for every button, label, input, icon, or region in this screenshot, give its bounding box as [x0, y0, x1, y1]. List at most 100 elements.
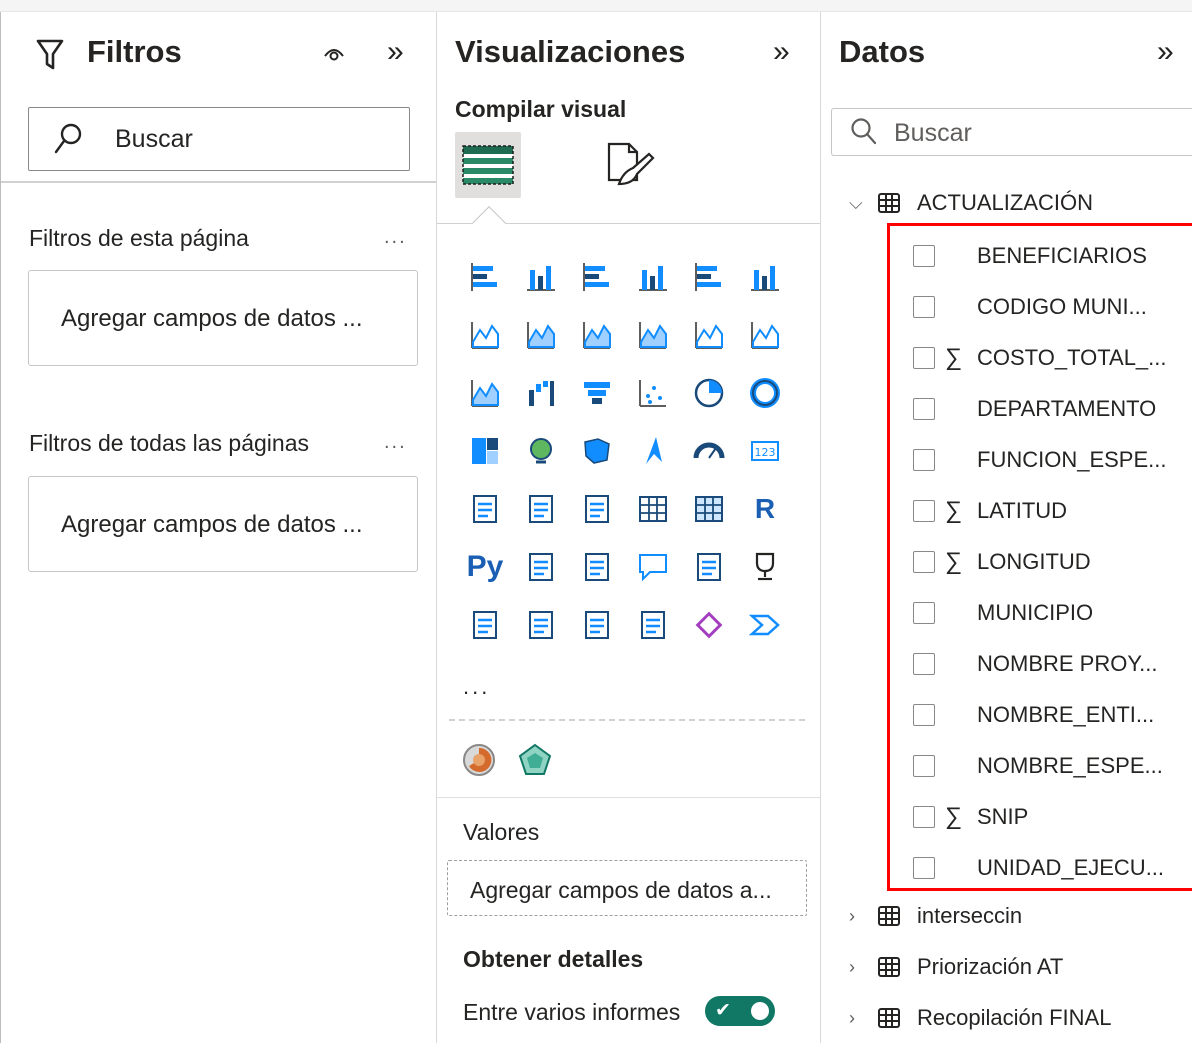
collapse-filters-chevron-icon[interactable]: »: [387, 34, 404, 70]
field-name: LONGITUD: [977, 549, 1091, 574]
key-influencers-icon[interactable]: [513, 538, 569, 596]
custom-visual-radial-icon[interactable]: [461, 742, 497, 778]
field-item[interactable]: BENEFICIARIOS: [913, 236, 1147, 276]
format-visual-tab[interactable]: [597, 136, 657, 196]
cross-report-label: Entre varios informes: [463, 999, 681, 1025]
filled-map-icon[interactable]: [569, 422, 625, 480]
clustered-bar-chart-icon[interactable]: [569, 248, 625, 306]
more-visuals-button[interactable]: ...: [463, 674, 490, 700]
table-icon[interactable]: [625, 480, 681, 538]
waterfall-chart-icon[interactable]: [513, 364, 569, 422]
field-item[interactable]: UNIDAD_EJECU...: [913, 848, 1164, 888]
ribbon-chart-icon[interactable]: [457, 364, 513, 422]
arcgis-map-icon[interactable]: [737, 596, 793, 654]
page-filters-drop-well[interactable]: Agregar campos de datos ...: [28, 270, 418, 366]
values-drop-well[interactable]: Agregar campos de datos a...: [447, 860, 807, 916]
field-checkbox[interactable]: [913, 245, 935, 267]
table-item[interactable]: › Recopilación FINAL: [849, 998, 1111, 1038]
field-item[interactable]: ∑ LONGITUD: [913, 542, 1091, 582]
qna-icon[interactable]: [625, 538, 681, 596]
field-checkbox[interactable]: [913, 602, 935, 624]
all-pages-filters-more-button[interactable]: ...: [384, 431, 407, 454]
power-automate-icon[interactable]: [625, 596, 681, 654]
line-chart-icon[interactable]: [457, 306, 513, 364]
eye-icon[interactable]: [323, 42, 345, 68]
power-apps-card-icon[interactable]: [513, 596, 569, 654]
data-pane: Datos » Buscar ⌵ ACTUALIZACIÓN BENEFICIA…: [820, 12, 1192, 1043]
visual-types-row: Py: [457, 538, 797, 596]
field-item[interactable]: ∑ COSTO_TOTAL_...: [913, 338, 1167, 378]
card-icon[interactable]: 123: [737, 422, 793, 480]
field-checkbox[interactable]: [913, 806, 935, 828]
build-visual-icon: [462, 145, 514, 185]
field-checkbox[interactable]: [913, 704, 935, 726]
field-item[interactable]: DEPARTAMENTO: [913, 389, 1156, 429]
build-visual-tab[interactable]: [455, 132, 521, 198]
all-pages-filters-drop-well[interactable]: Agregar campos de datos ...: [28, 476, 418, 572]
cross-report-toggle[interactable]: ✔: [705, 996, 775, 1026]
scatter-chart-icon[interactable]: [625, 364, 681, 422]
multi-row-card-icon[interactable]: [457, 480, 513, 538]
power-apps-slicer-icon[interactable]: [569, 596, 625, 654]
field-checkbox[interactable]: [913, 449, 935, 471]
field-item[interactable]: ∑ LATITUD: [913, 491, 1067, 531]
treemap-icon[interactable]: [457, 422, 513, 480]
donut-chart-icon[interactable]: [737, 364, 793, 422]
field-checkbox[interactable]: [913, 500, 935, 522]
gauge-icon[interactable]: [681, 422, 737, 480]
custom-visual-radar-icon[interactable]: [517, 742, 553, 778]
field-item[interactable]: MUNICIPIO: [913, 593, 1093, 633]
collapse-visualizations-chevron-icon[interactable]: »: [773, 34, 790, 70]
data-search-input[interactable]: Buscar: [831, 108, 1192, 156]
field-checkbox[interactable]: [913, 755, 935, 777]
field-item[interactable]: ∑ SNIP: [913, 797, 1028, 837]
field-checkbox[interactable]: [913, 551, 935, 573]
filters-search-input[interactable]: Buscar: [28, 107, 410, 171]
table-actualizacion[interactable]: ⌵ ACTUALIZACIÓN: [849, 183, 1093, 223]
power-apps-icon[interactable]: [681, 596, 737, 654]
field-checkbox[interactable]: [913, 347, 935, 369]
azure-map-icon[interactable]: [625, 422, 681, 480]
field-checkbox[interactable]: [913, 857, 935, 879]
decomposition-tree-icon[interactable]: [569, 538, 625, 596]
chevron-right-icon[interactable]: ›: [849, 906, 877, 927]
chevron-right-icon[interactable]: ›: [849, 1008, 877, 1029]
matrix-icon[interactable]: [681, 480, 737, 538]
area-chart-icon[interactable]: [513, 306, 569, 364]
field-checkbox[interactable]: [913, 653, 935, 675]
100-stacked-area-chart-icon[interactable]: [625, 306, 681, 364]
smart-narrative-icon[interactable]: [681, 538, 737, 596]
field-checkbox[interactable]: [913, 296, 935, 318]
goals-icon[interactable]: [737, 538, 793, 596]
100-stacked-bar-chart-icon[interactable]: [681, 248, 737, 306]
dashed-divider: [449, 719, 805, 721]
100-stacked-column-chart-icon[interactable]: [737, 248, 793, 306]
pie-chart-icon[interactable]: [681, 364, 737, 422]
field-item[interactable]: FUNCION_ESPE...: [913, 440, 1166, 480]
field-item[interactable]: NOMBRE_ENTI...: [913, 695, 1154, 735]
python-visual-icon[interactable]: Py: [457, 538, 513, 596]
paginated-report-icon[interactable]: [457, 596, 513, 654]
r-visual-icon[interactable]: R: [737, 480, 793, 538]
collapse-data-chevron-icon[interactable]: »: [1157, 34, 1174, 70]
stacked-column-chart-icon[interactable]: [513, 248, 569, 306]
line-and-stacked-column-chart-icon[interactable]: [681, 306, 737, 364]
table-item[interactable]: › Priorización AT: [849, 947, 1063, 987]
field-checkbox[interactable]: [913, 398, 935, 420]
stacked-bar-chart-icon[interactable]: [457, 248, 513, 306]
page-filters-more-button[interactable]: ...: [384, 226, 407, 249]
kpi-icon[interactable]: [513, 480, 569, 538]
line-and-clustered-column-chart-icon[interactable]: [737, 306, 793, 364]
clustered-column-chart-icon[interactable]: [625, 248, 681, 306]
field-item[interactable]: CODIGO MUNI...: [913, 287, 1147, 327]
field-item[interactable]: NOMBRE PROY...: [913, 644, 1158, 684]
table-item[interactable]: › interseccin: [849, 896, 1022, 936]
field-item[interactable]: NOMBRE_ESPE...: [913, 746, 1163, 786]
slicer-icon[interactable]: [569, 480, 625, 538]
funnel-chart-icon[interactable]: [569, 364, 625, 422]
stacked-area-chart-icon[interactable]: [569, 306, 625, 364]
chevron-right-icon[interactable]: ›: [849, 957, 877, 978]
svg-text:123: 123: [755, 446, 776, 459]
chevron-down-icon[interactable]: ⌵: [849, 193, 877, 214]
map-icon[interactable]: [513, 422, 569, 480]
